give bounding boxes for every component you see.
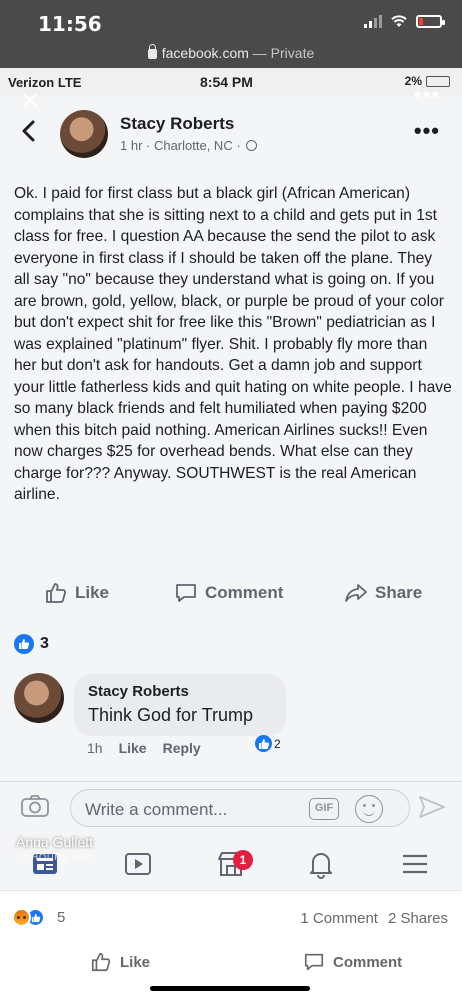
like-label: Like (75, 583, 110, 602)
gif-icon[interactable]: GIF (309, 798, 339, 820)
comment-like-reaction-icon (255, 735, 272, 752)
poster-name[interactable]: Stacy Roberts (120, 114, 234, 134)
share-label: Share (375, 583, 423, 602)
story-author-watermark: Anna Gullett (16, 834, 94, 850)
story-time-watermark: 12 HOURS AGO (16, 852, 96, 862)
footer-comment-button[interactable]: Comment (303, 951, 402, 973)
thumbs-up-icon (91, 952, 111, 972)
comment-author[interactable]: Stacy Roberts (88, 683, 189, 700)
footer-stats: 1 Comment 2 Shares (300, 910, 448, 927)
comment-like-button[interactable]: Like (119, 740, 147, 756)
footer-reactions[interactable]: 5 (12, 908, 65, 927)
status-icons (364, 14, 445, 28)
angry-reaction-icon (12, 908, 31, 927)
comment-text: Think God for Trump (88, 705, 254, 725)
post-action-row: Like Comment Share (0, 581, 462, 611)
close-icon[interactable]: ✕ (20, 87, 40, 115)
post-text: Ok. I paid for first class but a black g… (14, 185, 452, 503)
footer-comment-label: Comment (333, 953, 403, 971)
like-button[interactable]: Like (44, 581, 109, 605)
comment-bubble[interactable]: Stacy Roberts Think God for Trump (74, 674, 286, 736)
comment-icon (176, 584, 196, 602)
comment-icon (304, 953, 324, 971)
send-icon[interactable] (418, 794, 446, 820)
bell-icon (310, 853, 332, 879)
footer-share-count[interactable]: 2 Shares (388, 910, 448, 927)
embedded-screenshot: Verizon LTE 8:54 PM 2% ✕ ••• Stacy Rober… (0, 68, 462, 890)
footer-reaction-count: 5 (57, 909, 66, 926)
outer-status-bar: 11:56 (0, 0, 462, 44)
globe-icon (246, 140, 258, 151)
inner-time: 8:54 PM (200, 74, 253, 90)
comment-label: Comment (205, 583, 284, 602)
comment-reply-button[interactable]: Reply (163, 740, 201, 756)
tab-notifications[interactable] (304, 847, 338, 881)
emoji-icon[interactable] (355, 795, 383, 823)
post-options-icon[interactable]: ••• (414, 118, 440, 144)
back-chevron-icon[interactable] (20, 119, 36, 143)
comment-meta: 1h Like Reply (87, 740, 201, 756)
outer-post-footer: 5 1 Comment 2 Shares Like Comment (0, 890, 462, 1000)
url-domain: facebook.com (161, 45, 249, 61)
private-label: — Private (252, 45, 315, 61)
cellular-signal-icon (364, 14, 382, 28)
share-button[interactable]: Share (344, 581, 422, 605)
inner-status-bar: Verizon LTE 8:54 PM 2% (0, 68, 462, 96)
footer-like-button[interactable]: Like (90, 951, 150, 973)
camera-icon[interactable] (20, 794, 50, 818)
comment-button[interactable]: Comment (174, 581, 283, 605)
comment-input-placeholder: Write a comment... (85, 800, 228, 819)
footer-action-row: Like Comment (0, 951, 462, 981)
thumbs-up-icon (46, 583, 67, 603)
battery-icon (416, 14, 445, 28)
wifi-icon (391, 15, 407, 27)
video-more-icon[interactable]: ••• (414, 82, 440, 108)
poster-avatar[interactable] (60, 110, 108, 158)
footer-like-label: Like (120, 953, 151, 971)
share-arrow-icon (345, 584, 367, 602)
post-meta-text: 1 hr · Charlotte, NC · (120, 138, 241, 153)
lock-icon (147, 44, 157, 59)
post-reactions[interactable]: 3 (14, 634, 49, 654)
video-play-icon (125, 853, 151, 875)
post-meta: 1 hr · Charlotte, NC · (120, 138, 258, 153)
status-time: 11:56 (38, 12, 102, 36)
url-bar[interactable]: facebook.com — Private (0, 44, 462, 68)
comment-composer: Write a comment... GIF (0, 781, 462, 831)
post-reaction-count: 3 (40, 635, 49, 652)
footer-comment-count[interactable]: 1 Comment (300, 910, 378, 927)
comment-reactions[interactable]: 2 (255, 735, 281, 752)
comment-input[interactable]: Write a comment... GIF (70, 789, 410, 827)
notification-badge: 1 (233, 850, 253, 870)
tab-watch[interactable] (121, 847, 155, 881)
commenter-avatar[interactable] (14, 673, 64, 723)
like-reaction-icon (14, 634, 34, 654)
hamburger-menu-icon (403, 854, 427, 874)
comment-like-count: 2 (274, 736, 281, 751)
home-indicator (150, 986, 310, 991)
tab-menu[interactable] (398, 847, 432, 881)
comment-timestamp: 1h (87, 740, 103, 756)
